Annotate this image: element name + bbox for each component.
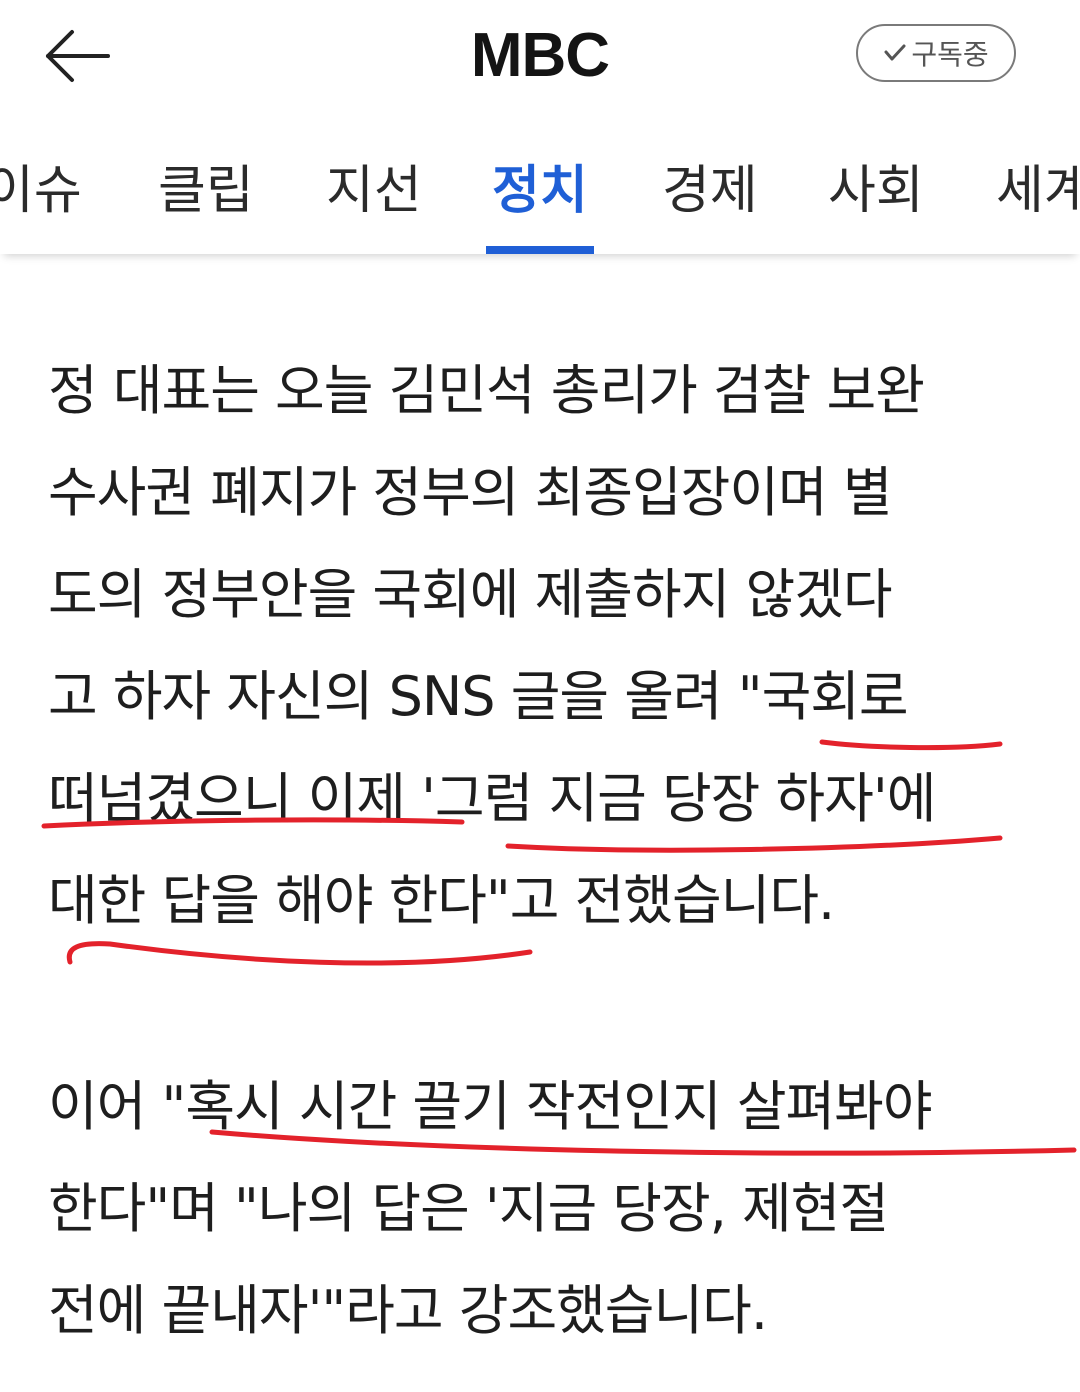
tab-politics[interactable]: 정치 [492,148,588,223]
tab-society[interactable]: 사회 [828,148,924,223]
check-icon [884,44,906,61]
article-paragraph: 이어 "혹시 시간 끌기 작전인지 살펴봐야 한다"며 "나의 답은 '지금 당… [48,1056,1058,1362]
tab-local-election[interactable]: 지선 [326,148,422,223]
subscribe-label: 구독중 [911,38,989,71]
text-line: 한다"며 "나의 답은 '지금 당장, 제현절 [48,1177,889,1240]
text-line: 도의 정부안을 국회에 제출하지 않겠다 [48,563,893,626]
top-bar: MBC 구독중 [0,0,1080,110]
tab-economy[interactable]: 경제 [662,148,758,223]
article-body: 정 대표는 오늘 김민석 총리가 검찰 보완 수사권 폐지가 정부의 최종입장이… [48,340,1058,1362]
tab-issue[interactable]: 이슈 [0,148,82,223]
text-line: 떠넘겼으니 이제 '그럼 지금 당장 하자'에 [48,767,936,830]
tab-world[interactable]: 세계 [996,148,1080,223]
subscribe-button[interactable]: 구독중 [856,24,1016,82]
text-line: 대한 답을 해야 한다"고 전했습니다. [48,869,835,932]
text-line: 이어 "혹시 시간 끌기 작전인지 살펴봐야 [48,1075,933,1138]
article-paragraph: 정 대표는 오늘 김민석 총리가 검찰 보완 수사권 폐지가 정부의 최종입장이… [48,340,1058,952]
active-tab-indicator [486,246,594,254]
text-line: 정 대표는 오늘 김민석 총리가 검찰 보완 [48,359,925,422]
text-line: 수사권 폐지가 정부의 최종입장이며 별 [48,461,893,524]
tab-clip[interactable]: 클립 [158,148,254,223]
text-line: 고 하자 자신의 SNS 글을 올려 "국회로 [48,665,909,728]
category-tabs: 이슈 클립 지선 정치 경제 사회 세계 [0,118,1080,254]
text-line: 전에 끝내자'"라고 강조했습니다. [48,1279,768,1342]
